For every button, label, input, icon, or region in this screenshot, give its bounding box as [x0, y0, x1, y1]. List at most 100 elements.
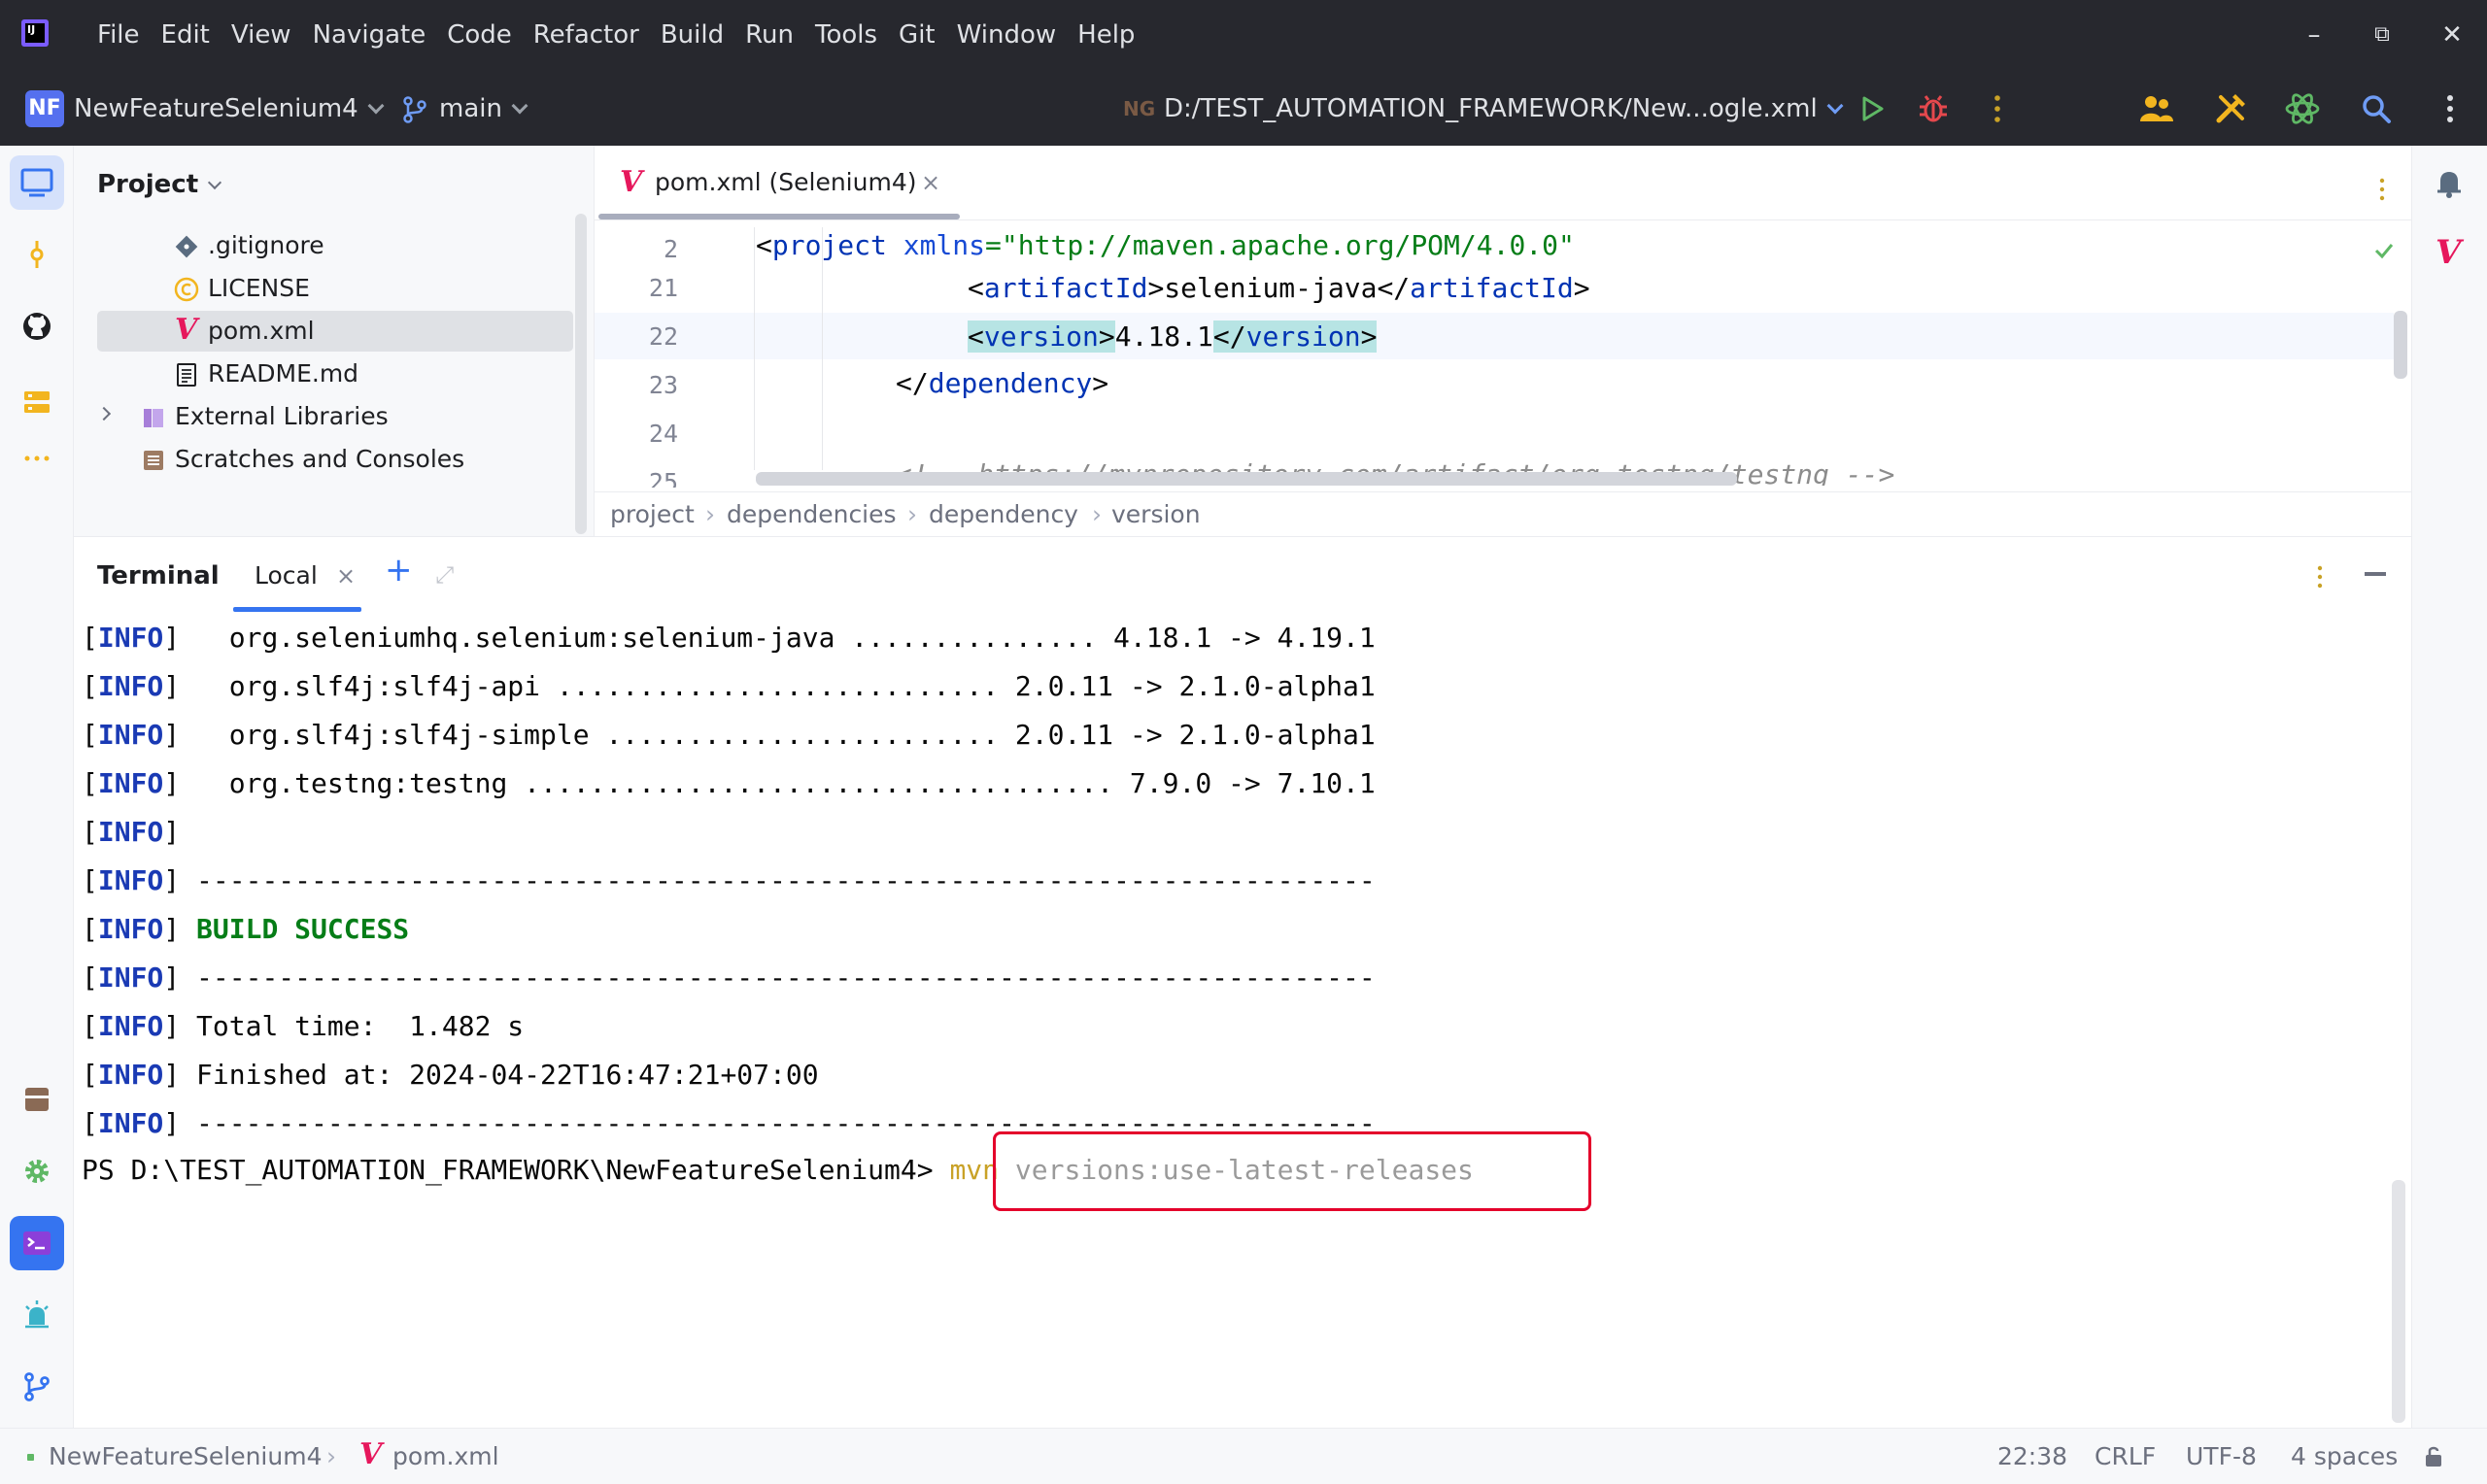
search-icon[interactable] — [2357, 89, 2396, 128]
info-tag: INFO — [97, 913, 164, 945]
lock-icon[interactable] — [2423, 1444, 2446, 1469]
menu-code[interactable]: Code — [447, 17, 512, 52]
tab-options-icon[interactable] — [2372, 175, 2392, 204]
build-tools-icon[interactable] — [2211, 89, 2250, 128]
menu-view[interactable]: View — [231, 17, 291, 52]
command-highlight-box — [993, 1131, 1591, 1211]
terminal-text: Finished at: 2024-04-22T16:47:21+07:00 — [180, 1059, 819, 1091]
new-terminal-tab-button[interactable]: + — [385, 551, 413, 590]
code-line-23[interactable]: </dependency> — [896, 367, 1108, 399]
menu-window[interactable]: Window — [957, 17, 1057, 52]
editor-tab-pom-xml[interactable]: V pom.xml (Selenium4) × — [595, 146, 960, 219]
menu-navigate[interactable]: Navigate — [313, 17, 426, 52]
menu-file[interactable]: File — [97, 17, 140, 52]
expand-icon[interactable]: ⤢ — [435, 560, 454, 590]
debug-icon[interactable] — [1914, 89, 1953, 128]
notifications-bell-icon[interactable] — [2432, 165, 2467, 200]
project-badge[interactable]: NF — [25, 90, 64, 127]
terminal-text: org.testng:testng ......................… — [180, 767, 1376, 799]
git-branch-icon — [403, 96, 426, 123]
commit-tool-button[interactable] — [10, 227, 64, 282]
branch-switcher[interactable]: main — [439, 91, 528, 126]
maven-tool-icon[interactable]: V — [2436, 231, 2461, 274]
tree-item-readme[interactable]: README.md — [97, 354, 573, 394]
no-problems-check-icon[interactable] — [2372, 239, 2396, 262]
code-equals: = — [985, 229, 1002, 261]
tree-item-license[interactable]: LICENSE — [97, 268, 573, 309]
run-icon[interactable] — [1852, 89, 1891, 128]
tree-item-label: External Libraries — [175, 402, 389, 430]
project-switcher[interactable]: NewFeatureSelenium4 — [74, 91, 385, 126]
project-tool-button[interactable] — [10, 155, 64, 210]
indentation[interactable]: 4 spaces — [2291, 1440, 2398, 1473]
project-scrollbar[interactable] — [575, 214, 587, 534]
close-window-button[interactable]: ✕ — [2433, 17, 2471, 52]
menu-edit[interactable]: Edit — [161, 17, 210, 52]
terminal-tab-local[interactable]: Local — [255, 558, 318, 593]
editor-horizontal-scrollbar[interactable] — [756, 472, 1737, 486]
menu-git[interactable]: Git — [899, 17, 936, 52]
menu-tools[interactable]: Tools — [815, 17, 877, 52]
services-gear-tool-button[interactable] — [10, 1144, 64, 1198]
breadcrumb-dependency[interactable]: dependency — [929, 498, 1078, 531]
minimize-window-button[interactable]: – — [2295, 17, 2334, 52]
project-panel-header[interactable]: Project — [97, 167, 222, 202]
chevron-down-icon — [511, 97, 528, 115]
restore-window-button[interactable]: ⧉ — [2363, 17, 2402, 52]
breadcrumb-project[interactable]: project — [610, 498, 695, 531]
breadcrumb-dependencies[interactable]: dependencies — [727, 498, 897, 531]
line-ending[interactable]: CRLF — [2095, 1440, 2156, 1473]
git-tool-button[interactable] — [10, 1360, 64, 1414]
menu-build[interactable]: Build — [661, 17, 724, 52]
terminal-line: [INFO] org.testng:testng ...............… — [82, 764, 1376, 803]
tree-item-gitignore[interactable]: .gitignore — [97, 225, 573, 266]
menu-help[interactable]: Help — [1077, 17, 1135, 52]
main-menu-kebab-icon[interactable] — [2431, 89, 2470, 128]
hide-panel-button[interactable] — [2365, 572, 2386, 576]
terminal-line: [INFO] Finished at: 2024-04-22T16:47:21+… — [82, 1056, 819, 1095]
code-bracket: > — [1360, 320, 1378, 353]
menu-refactor[interactable]: Refactor — [533, 17, 639, 52]
right-tool-window-strip: V — [2411, 146, 2487, 1428]
terminal-scrollbar[interactable] — [2392, 1180, 2405, 1423]
editor-vertical-scrollbar[interactable] — [2394, 311, 2407, 379]
chevron-down-icon — [1826, 97, 1844, 115]
status-breadcrumb-separator: › — [326, 1442, 336, 1470]
code-attribute: xmlns — [903, 229, 986, 261]
code-line-21[interactable]: <artifactId>selenium-java</artifactId> — [968, 272, 1590, 304]
menu-run[interactable]: Run — [745, 17, 794, 52]
close-tab-icon[interactable]: × — [921, 165, 940, 200]
close-terminal-tab-icon[interactable]: × — [336, 558, 356, 593]
bracket: [ — [82, 1010, 98, 1042]
terminal-tool-button[interactable] — [10, 1216, 64, 1270]
breadcrumb-version[interactable]: version — [1111, 498, 1201, 531]
run-configuration-selector[interactable]: D:/TEST_AUTOMATION_FRAMEWORK/New...ogle.… — [1164, 91, 1844, 126]
terminal-line: [INFO] ---------------------------------… — [82, 959, 1376, 997]
more-actions-icon[interactable] — [1978, 89, 2017, 128]
terminal-options-icon[interactable] — [2310, 562, 2330, 591]
database-tool-button[interactable] — [10, 1072, 64, 1127]
chevron-right-icon[interactable] — [96, 406, 112, 422]
info-tag: INFO — [97, 1059, 164, 1091]
tree-item-external-libraries[interactable]: External Libraries — [96, 396, 573, 437]
ai-assistant-icon[interactable] — [2283, 89, 2322, 128]
bracket: ] — [163, 670, 181, 702]
tree-item-scratches[interactable]: Scratches and Consoles — [97, 439, 573, 480]
file-encoding[interactable]: UTF-8 — [2186, 1440, 2257, 1473]
bracket: [ — [82, 622, 98, 654]
intellij-logo-icon[interactable] — [21, 19, 49, 47]
code-line-2[interactable]: <project xmlns="http://maven.apache.org/… — [756, 229, 1575, 261]
terminal-line: [INFO] BUILD SUCCESS — [82, 910, 409, 949]
more-tool-windows-button[interactable] — [10, 422, 64, 476]
problems-tool-button[interactable] — [10, 1288, 64, 1342]
code-line-22[interactable]: <version>4.18.1</version> — [968, 320, 1378, 353]
terminal-text: org.slf4j:slf4j-simple .................… — [180, 719, 1376, 751]
status-project-name[interactable]: NewFeatureSelenium4 — [49, 1440, 322, 1473]
bracket: ] — [163, 1107, 181, 1139]
bracket: ] — [163, 767, 181, 799]
caret-position[interactable]: 22:38 — [1997, 1440, 2067, 1473]
github-tool-button[interactable] — [10, 299, 64, 354]
tree-item-pom-xml[interactable]: V pom.xml — [97, 311, 573, 352]
code-with-me-icon[interactable] — [2137, 89, 2176, 128]
status-file-name[interactable]: pom.xml — [392, 1440, 499, 1473]
